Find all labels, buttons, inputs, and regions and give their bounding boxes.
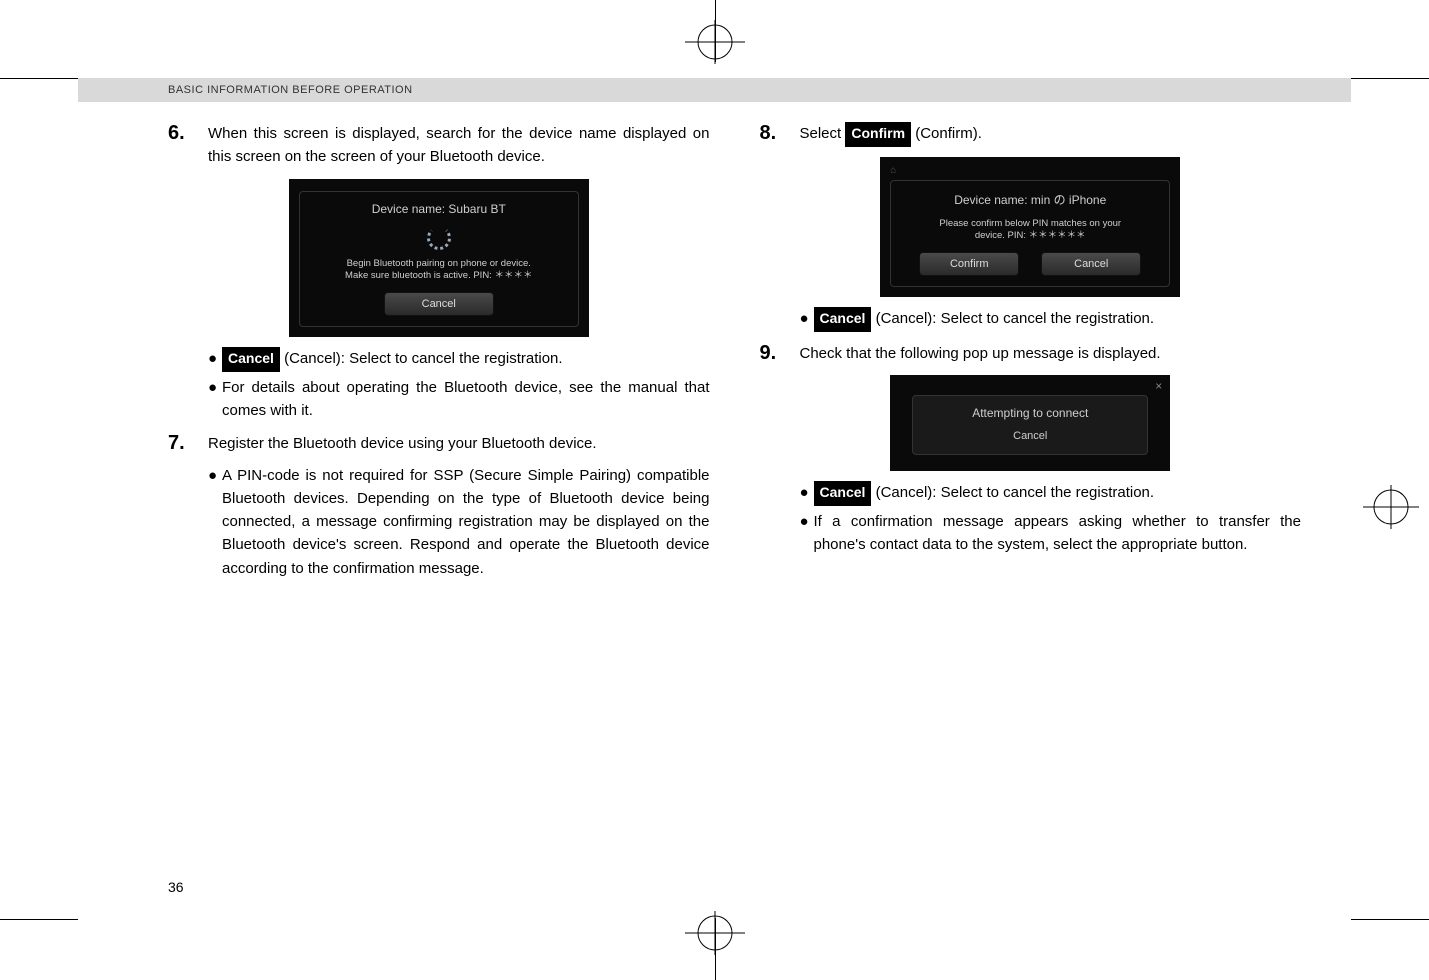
registration-mark-icon	[685, 20, 745, 64]
crop-mark	[1351, 78, 1429, 79]
cancel-button[interactable]: Cancel	[384, 292, 494, 316]
step-text: (Confirm).	[911, 125, 982, 142]
device-name-text: Device name: min の iPhone	[899, 191, 1161, 208]
bullet-text: (Cancel): Select to cancel the registrat…	[280, 350, 563, 367]
crop-mark	[0, 919, 78, 920]
bullet-icon: ●	[800, 510, 814, 557]
bullet-icon: ●	[208, 464, 222, 580]
section-header: BASIC INFORMATION BEFORE OPERATION	[78, 78, 1351, 102]
screenshot-confirm-pin: ⌂ Device name: min の iPhone Please confi…	[880, 157, 1180, 298]
cancel-label-button: Cancel	[814, 481, 872, 506]
cancel-label-button: Cancel	[814, 307, 872, 332]
bullet-text: For details about operating the Bluetoot…	[222, 376, 710, 423]
bullet-icon: ●	[800, 481, 814, 506]
step-text: When this screen is displayed, search fo…	[208, 122, 710, 169]
hint-text: Please confirm below PIN matches on your	[939, 218, 1121, 229]
step-number: 8.	[760, 122, 800, 145]
step-number: 9.	[760, 342, 800, 365]
crop-mark	[1351, 919, 1429, 920]
cancel-label-button: Cancel	[222, 347, 280, 372]
page-number: 36	[168, 879, 184, 895]
crop-mark	[0, 78, 78, 79]
hint-text: device. PIN: ＊＊＊＊＊＊	[975, 230, 1086, 241]
connecting-text: Attempting to connect	[919, 406, 1141, 420]
step-text: Register the Bluetooth device using your…	[208, 432, 597, 455]
close-icon[interactable]: ×	[1155, 379, 1162, 393]
bullet-text: (Cancel): Select to cancel the registrat…	[871, 484, 1154, 501]
step-text: Select	[800, 125, 846, 142]
confirm-label-button: Confirm	[845, 122, 911, 147]
step-number: 6.	[168, 122, 208, 145]
step-text: Check that the following pop up message …	[800, 342, 1161, 365]
bullet-icon: ●	[800, 307, 814, 332]
bullet-text: A PIN-code is not required for SSP (Secu…	[222, 464, 710, 580]
registration-mark-icon	[1363, 485, 1419, 534]
bullet-icon: ●	[208, 376, 222, 423]
step-number: 7.	[168, 432, 208, 455]
screenshot-attempting-connect: × Attempting to connect Cancel	[890, 375, 1170, 471]
hint-text: Make sure bluetooth is active. PIN: ＊＊＊＊	[345, 270, 532, 281]
cancel-button[interactable]: Cancel	[1041, 252, 1141, 276]
hint-text: Begin Bluetooth pairing on phone or devi…	[347, 258, 531, 269]
spinner-icon	[427, 226, 451, 250]
confirm-button[interactable]: Confirm	[919, 252, 1019, 276]
device-name-text: Device name: Subaru BT	[308, 202, 570, 216]
cancel-button[interactable]: Cancel	[919, 430, 1141, 442]
screenshot-pairing: Device name: Subaru BT Begin Bluetooth p…	[289, 179, 589, 338]
bullet-text: (Cancel): Select to cancel the registrat…	[871, 310, 1154, 327]
bullet-text: If a confirmation message appears asking…	[814, 510, 1302, 557]
bullet-icon: ●	[208, 347, 222, 372]
